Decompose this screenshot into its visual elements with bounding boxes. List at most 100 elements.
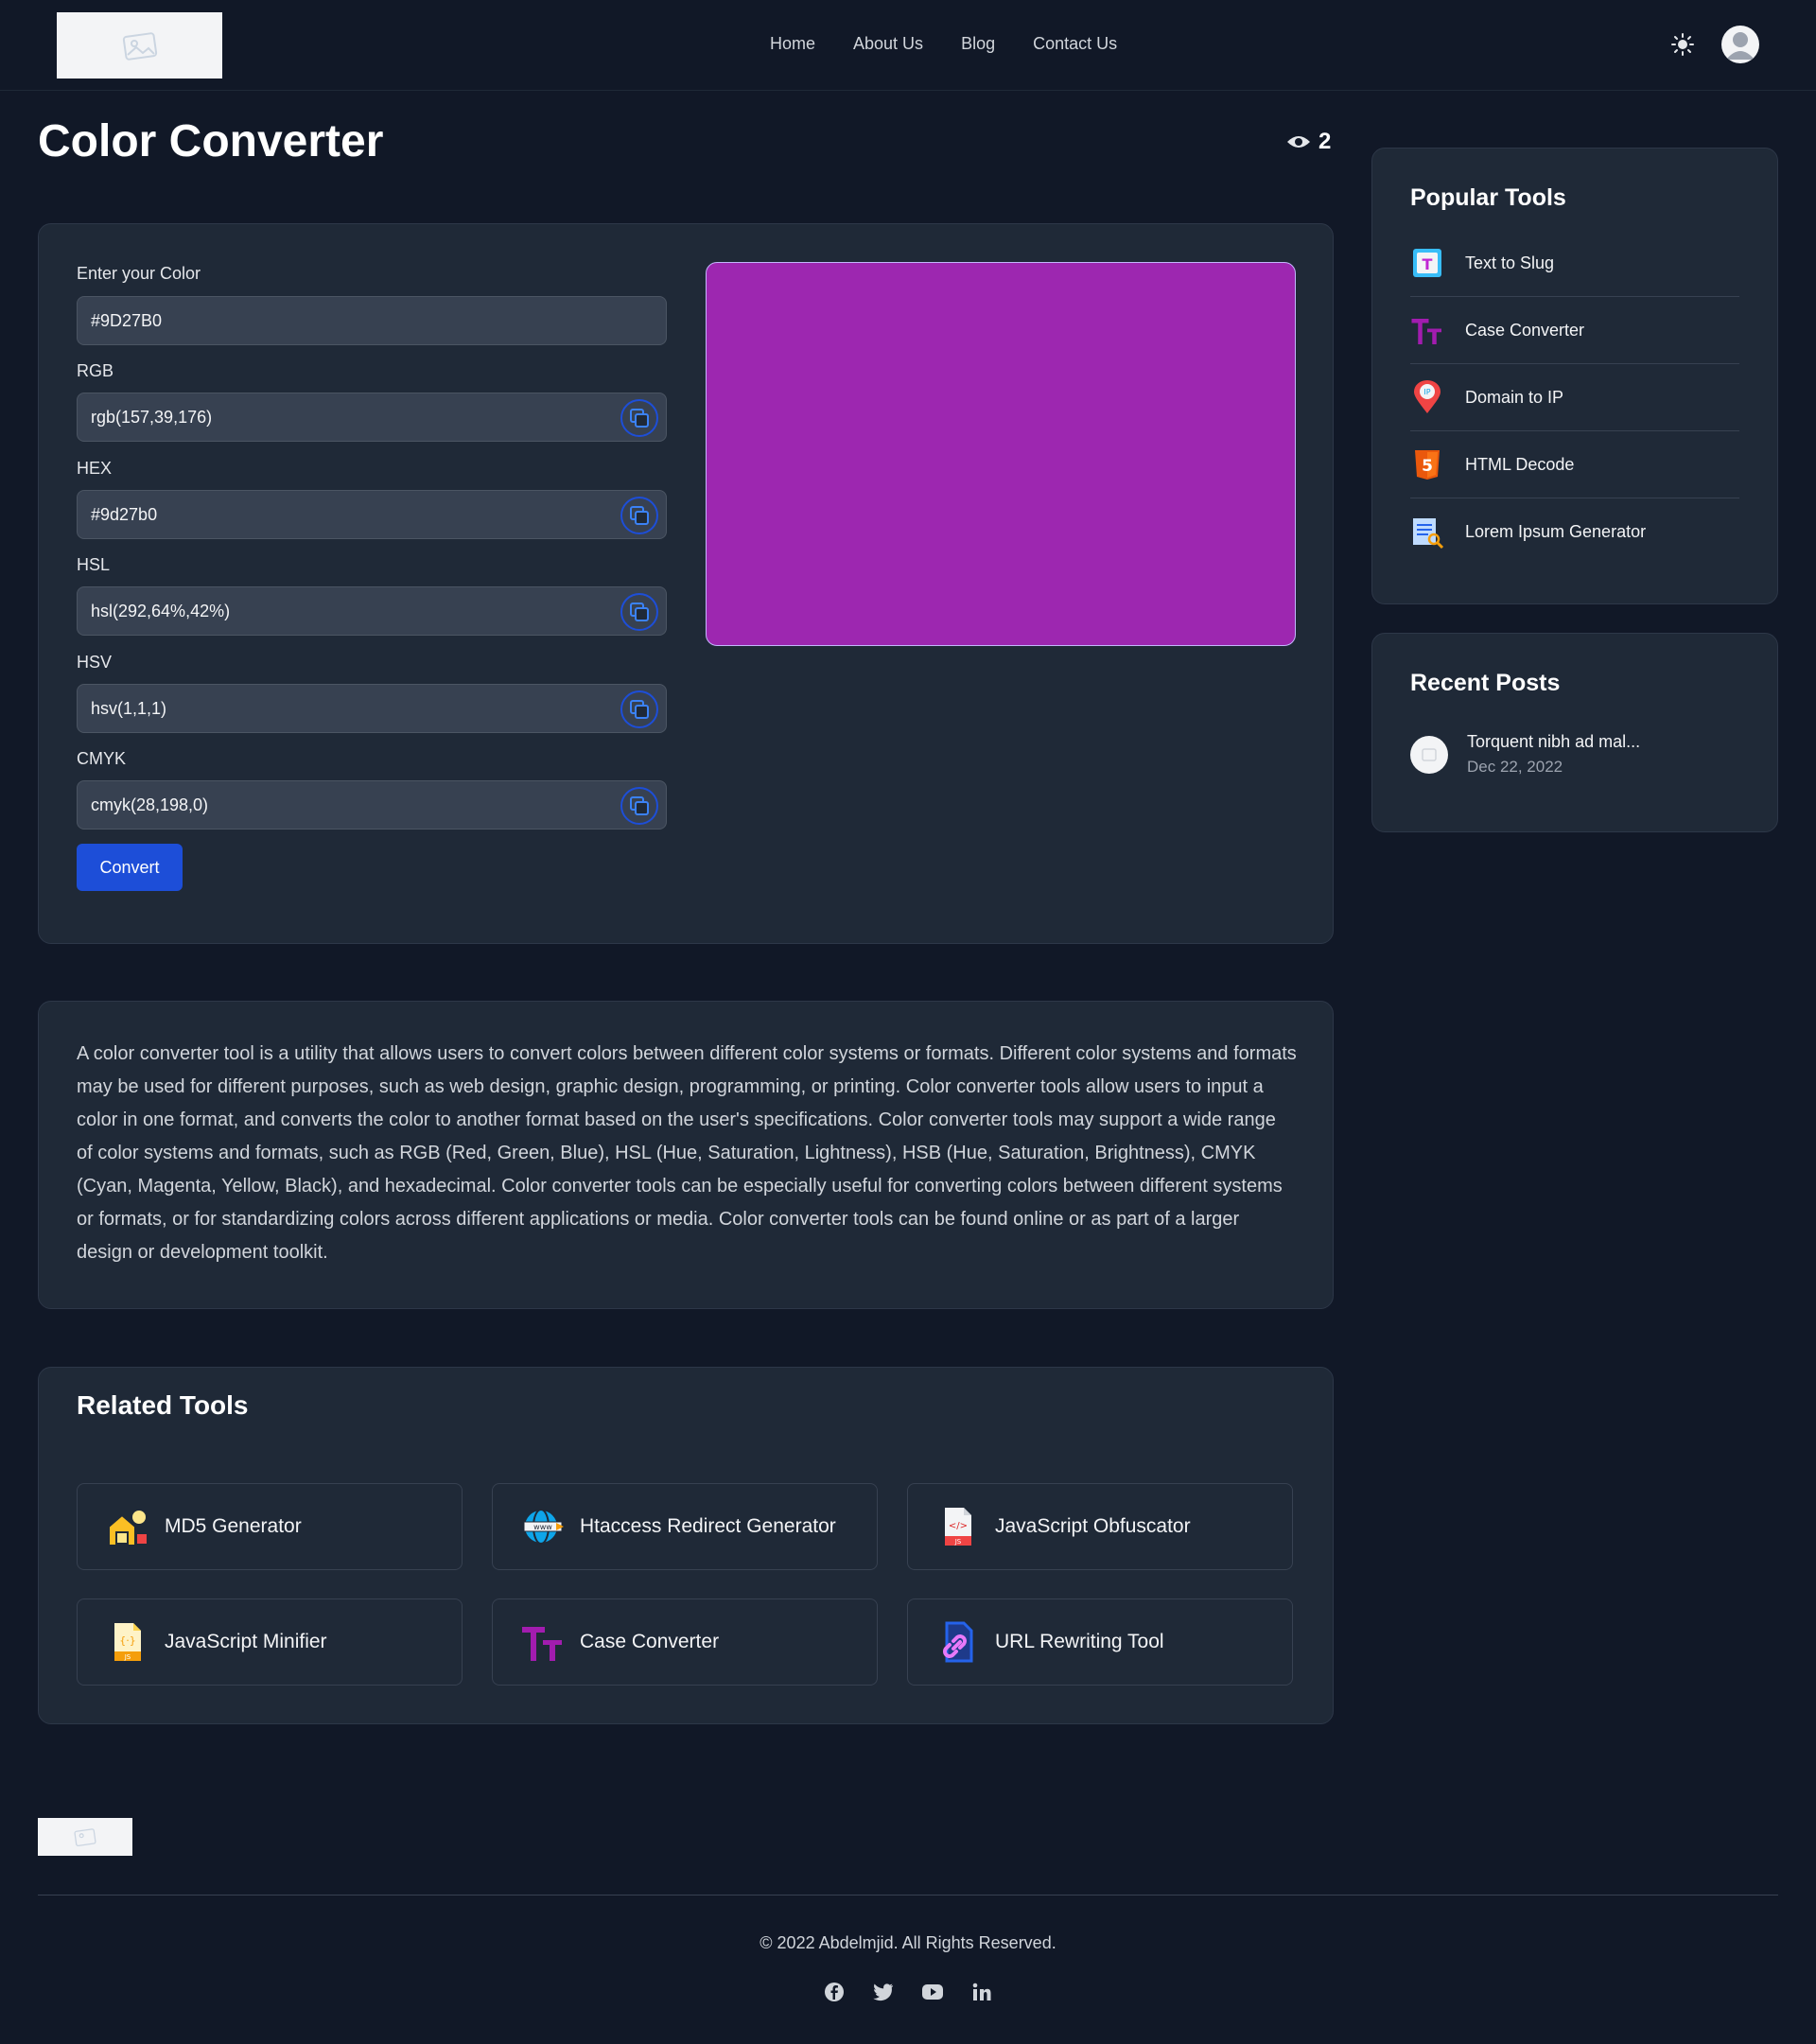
main-nav: Home About Us Blog Contact Us bbox=[770, 34, 1117, 54]
site-header: Home About Us Blog Contact Us bbox=[0, 0, 1816, 91]
hsv-field[interactable]: hsv(1,1,1) bbox=[77, 684, 667, 733]
copy-icon bbox=[630, 603, 649, 621]
popular-tools-title: Popular Tools bbox=[1410, 184, 1566, 211]
color-input-label: Enter your Color bbox=[77, 264, 201, 283]
related-tools-title: Related Tools bbox=[77, 1390, 249, 1420]
hsv-label: HSV bbox=[77, 653, 113, 672]
recent-post-date: Dec 22, 2022 bbox=[1467, 758, 1563, 776]
hex-value: #9d27b0 bbox=[91, 504, 158, 524]
related-tool-label: JavaScript Obfuscator bbox=[995, 1515, 1191, 1537]
page-title: Color Converter bbox=[38, 116, 384, 166]
popular-tool-case-converter[interactable]: Case Converter bbox=[1410, 297, 1739, 364]
copy-icon bbox=[630, 409, 649, 428]
text-t-icon: T bbox=[1410, 246, 1444, 280]
cmyk-label: CMYK bbox=[77, 749, 127, 768]
recent-post-title[interactable]: Torquent nibh ad mal... bbox=[1467, 732, 1640, 752]
copy-rgb-button[interactable] bbox=[620, 399, 658, 437]
copy-icon bbox=[630, 700, 649, 719]
copy-hex-button[interactable] bbox=[620, 497, 658, 534]
rgb-label: RGB bbox=[77, 361, 114, 380]
theme-toggle-sun-icon[interactable] bbox=[1670, 32, 1695, 57]
popular-tool-label: Case Converter bbox=[1465, 320, 1585, 340]
nav-contact-us[interactable]: Contact Us bbox=[1033, 34, 1117, 54]
related-tool-javascript-obfuscator[interactable]: </> JS JavaScript Obfuscator bbox=[907, 1483, 1293, 1570]
related-tool-md5-generator[interactable]: MD5 Generator bbox=[77, 1483, 463, 1570]
copy-icon bbox=[630, 796, 649, 815]
cmyk-field[interactable]: cmyk(28,198,0) bbox=[77, 780, 667, 830]
color-input[interactable]: #9D27B0 bbox=[77, 296, 667, 345]
svg-text:JS: JS bbox=[954, 1538, 962, 1546]
document-search-icon bbox=[1410, 515, 1444, 550]
ip-pin-icon: IP bbox=[1410, 380, 1444, 414]
recent-posts-card: Recent Posts Torquent nibh ad mal... Dec… bbox=[1371, 633, 1778, 832]
svg-text:5: 5 bbox=[1422, 457, 1433, 476]
view-count-value: 2 bbox=[1318, 129, 1332, 154]
copy-hsl-button[interactable] bbox=[620, 593, 658, 631]
svg-text:IP: IP bbox=[1423, 388, 1430, 396]
popular-tool-label: Domain to IP bbox=[1465, 387, 1564, 407]
view-count: 2 bbox=[1286, 129, 1331, 155]
popular-tool-lorem-ipsum[interactable]: Lorem Ipsum Generator bbox=[1410, 498, 1739, 566]
hex-label: HEX bbox=[77, 459, 113, 478]
related-tool-url-rewriting[interactable]: URL Rewriting Tool bbox=[907, 1599, 1293, 1686]
copy-cmyk-button[interactable] bbox=[620, 787, 658, 825]
hsv-value: hsv(1,1,1) bbox=[91, 698, 167, 718]
user-avatar[interactable] bbox=[1721, 26, 1759, 63]
image-placeholder-icon bbox=[122, 32, 157, 61]
svg-text:{·}: {·} bbox=[119, 1634, 136, 1647]
nav-about-us[interactable]: About Us bbox=[853, 34, 923, 54]
rgb-field[interactable]: rgb(157,39,176) bbox=[77, 393, 667, 442]
related-tools-card: Related Tools MD5 Generator www Htaccess… bbox=[38, 1367, 1334, 1724]
related-tool-javascript-minifier[interactable]: {·} JS JavaScript Minifier bbox=[77, 1599, 463, 1686]
image-placeholder-icon bbox=[1422, 747, 1437, 761]
js-minifier-icon: {·} JS bbox=[104, 1618, 151, 1666]
post-thumbnail bbox=[1410, 735, 1448, 774]
rgb-value: rgb(157,39,176) bbox=[91, 407, 213, 427]
case-tt-icon bbox=[1410, 313, 1444, 347]
user-icon bbox=[1726, 32, 1755, 60]
related-tool-htaccess-redirect[interactable]: www Htaccess Redirect Generator bbox=[492, 1483, 878, 1570]
nav-home[interactable]: Home bbox=[770, 34, 815, 54]
related-tool-label: Htaccess Redirect Generator bbox=[580, 1515, 836, 1537]
html5-icon: 5 bbox=[1410, 447, 1444, 481]
linkedin-icon[interactable] bbox=[970, 1981, 993, 2003]
hsl-label: HSL bbox=[77, 555, 111, 574]
copy-hsv-button[interactable] bbox=[620, 690, 658, 728]
related-tool-label: JavaScript Minifier bbox=[165, 1631, 327, 1652]
recent-post-item[interactable]: Torquent nibh ad mal... Dec 22, 2022 bbox=[1410, 732, 1640, 777]
svg-text:T: T bbox=[1423, 255, 1433, 273]
copyright-text: © 2022 Abdelmjid. All Rights Reserved. bbox=[760, 1933, 1056, 1952]
hex-field[interactable]: #9d27b0 bbox=[77, 490, 667, 539]
popular-tool-label: HTML Decode bbox=[1465, 454, 1575, 474]
popular-tool-label: Lorem Ipsum Generator bbox=[1465, 522, 1647, 541]
hsl-value: hsl(292,64%,42%) bbox=[91, 601, 231, 620]
popular-tool-domain-to-ip[interactable]: IP Domain to IP bbox=[1410, 364, 1739, 431]
nav-blog[interactable]: Blog bbox=[961, 34, 995, 54]
cmyk-value: cmyk(28,198,0) bbox=[91, 795, 209, 814]
convert-button[interactable]: Convert bbox=[77, 844, 183, 891]
social-links bbox=[823, 1981, 993, 2003]
svg-text:JS: JS bbox=[124, 1653, 131, 1661]
popular-tool-html-decode[interactable]: 5 HTML Decode bbox=[1410, 431, 1739, 498]
related-tool-label: URL Rewriting Tool bbox=[995, 1631, 1164, 1652]
copy-icon bbox=[630, 506, 649, 525]
popular-tool-label: Text to Slug bbox=[1465, 253, 1555, 272]
case-tt-icon bbox=[519, 1618, 567, 1666]
hsl-field[interactable]: hsl(292,64%,42%) bbox=[77, 586, 667, 636]
facebook-icon[interactable] bbox=[823, 1981, 846, 2003]
description-card: A color converter tool is a utility that… bbox=[38, 1001, 1334, 1309]
site-logo[interactable] bbox=[57, 12, 222, 79]
image-placeholder-icon bbox=[74, 1828, 96, 1847]
color-input-value: #9D27B0 bbox=[91, 310, 163, 330]
youtube-icon[interactable] bbox=[921, 1981, 944, 2003]
md5-icon bbox=[104, 1503, 151, 1550]
svg-text:www: www bbox=[533, 1523, 552, 1531]
description-text: A color converter tool is a utility that… bbox=[77, 1043, 1297, 1263]
eye-icon bbox=[1287, 136, 1310, 148]
related-tool-label: MD5 Generator bbox=[165, 1515, 302, 1537]
popular-tool-text-to-slug[interactable]: T Text to Slug bbox=[1410, 230, 1739, 297]
twitter-icon[interactable] bbox=[872, 1981, 895, 2003]
related-tool-case-converter[interactable]: Case Converter bbox=[492, 1599, 878, 1686]
footer-logo[interactable] bbox=[38, 1818, 132, 1856]
link-icon bbox=[934, 1618, 982, 1666]
